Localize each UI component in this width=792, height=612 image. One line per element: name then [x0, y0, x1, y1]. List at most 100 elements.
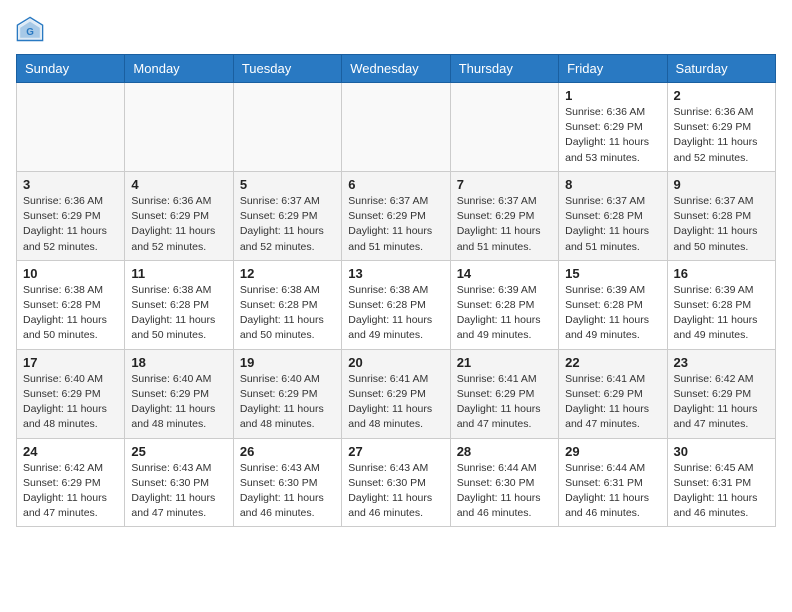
day-number: 15 — [565, 266, 660, 281]
calendar-cell: 24 Sunrise: 6:42 AMSunset: 6:29 PMDayligh… — [17, 438, 125, 527]
day-number: 30 — [674, 444, 769, 459]
weekday-header-thursday: Thursday — [450, 55, 558, 83]
day-detail: Sunrise: 6:45 AMSunset: 6:31 PMDaylight:… — [674, 461, 769, 522]
calendar-table: SundayMondayTuesdayWednesdayThursdayFrid… — [16, 54, 776, 527]
day-detail: Sunrise: 6:43 AMSunset: 6:30 PMDaylight:… — [131, 461, 226, 522]
day-number: 10 — [23, 266, 118, 281]
day-number: 24 — [23, 444, 118, 459]
day-detail: Sunrise: 6:37 AMSunset: 6:28 PMDaylight:… — [674, 194, 769, 255]
calendar-cell: 18 Sunrise: 6:40 AMSunset: 6:29 PMDayligh… — [125, 349, 233, 438]
day-number: 29 — [565, 444, 660, 459]
weekday-header-wednesday: Wednesday — [342, 55, 450, 83]
day-number: 3 — [23, 177, 118, 192]
calendar-cell: 1 Sunrise: 6:36 AMSunset: 6:29 PMDaylight… — [559, 83, 667, 172]
calendar-cell: 4Sunrise: 6:36 AMSunset: 6:29 PMDaylight… — [125, 171, 233, 260]
day-detail: Sunrise: 6:36 AMSunset: 6:29 PMDaylight:… — [565, 105, 660, 166]
day-detail: Sunrise: 6:43 AMSunset: 6:30 PMDaylight:… — [240, 461, 335, 522]
calendar-cell: 19Sunrise: 6:40 AMSunset: 6:29 PMDayligh… — [233, 349, 341, 438]
day-detail: Sunrise: 6:39 AMSunset: 6:28 PMDaylight:… — [565, 283, 660, 344]
day-detail: Sunrise: 6:44 AMSunset: 6:31 PMDaylight:… — [565, 461, 660, 522]
day-detail: Sunrise: 6:37 AMSunset: 6:29 PMDaylight:… — [348, 194, 443, 255]
calendar-week-5: 24 Sunrise: 6:42 AMSunset: 6:29 PMDayligh… — [17, 438, 776, 527]
calendar-cell: 17 Sunrise: 6:40 AMSunset: 6:29 PMDayligh… — [17, 349, 125, 438]
calendar-cell — [450, 83, 558, 172]
weekday-header-monday: Monday — [125, 55, 233, 83]
day-number: 23 — [674, 355, 769, 370]
day-number: 18 — [131, 355, 226, 370]
calendar-week-2: 3 Sunrise: 6:36 AMSunset: 6:29 PMDaylight… — [17, 171, 776, 260]
day-number: 11 — [131, 266, 226, 281]
calendar-cell: 5Sunrise: 6:37 AMSunset: 6:29 PMDaylight… — [233, 171, 341, 260]
calendar-cell: 9Sunrise: 6:37 AMSunset: 6:28 PMDaylight… — [667, 171, 775, 260]
day-detail: Sunrise: 6:37 AMSunset: 6:29 PMDaylight:… — [457, 194, 552, 255]
calendar-cell: 22 Sunrise: 6:41 AMSunset: 6:29 PMDayligh… — [559, 349, 667, 438]
calendar-cell: 28 Sunrise: 6:44 AMSunset: 6:30 PMDayligh… — [450, 438, 558, 527]
calendar-cell — [125, 83, 233, 172]
day-number: 20 — [348, 355, 443, 370]
calendar-week-1: 1 Sunrise: 6:36 AMSunset: 6:29 PMDaylight… — [17, 83, 776, 172]
calendar-cell: 15 Sunrise: 6:39 AMSunset: 6:28 PMDayligh… — [559, 260, 667, 349]
calendar-cell: 27Sunrise: 6:43 AMSunset: 6:30 PMDayligh… — [342, 438, 450, 527]
logo: G — [16, 16, 48, 44]
day-detail: Sunrise: 6:43 AMSunset: 6:30 PMDaylight:… — [348, 461, 443, 522]
calendar-cell: 11 Sunrise: 6:38 AMSunset: 6:28 PMDayligh… — [125, 260, 233, 349]
svg-text:G: G — [26, 27, 34, 38]
calendar-cell: 25 Sunrise: 6:43 AMSunset: 6:30 PMDayligh… — [125, 438, 233, 527]
day-number: 25 — [131, 444, 226, 459]
day-number: 7 — [457, 177, 552, 192]
calendar-cell — [342, 83, 450, 172]
day-detail: Sunrise: 6:37 AMSunset: 6:28 PMDaylight:… — [565, 194, 660, 255]
day-number: 2 — [674, 88, 769, 103]
calendar-cell — [17, 83, 125, 172]
day-detail: Sunrise: 6:38 AMSunset: 6:28 PMDaylight:… — [23, 283, 118, 344]
day-detail: Sunrise: 6:36 AMSunset: 6:29 PMDaylight:… — [131, 194, 226, 255]
day-number: 13 — [348, 266, 443, 281]
calendar-cell — [233, 83, 341, 172]
calendar-cell: 12Sunrise: 6:38 AMSunset: 6:28 PMDayligh… — [233, 260, 341, 349]
calendar-cell: 16 Sunrise: 6:39 AMSunset: 6:28 PMDayligh… — [667, 260, 775, 349]
day-detail: Sunrise: 6:44 AMSunset: 6:30 PMDaylight:… — [457, 461, 552, 522]
day-detail: Sunrise: 6:39 AMSunset: 6:28 PMDaylight:… — [674, 283, 769, 344]
calendar-cell: 2Sunrise: 6:36 AMSunset: 6:29 PMDaylight… — [667, 83, 775, 172]
page-header: G — [16, 16, 776, 44]
day-detail: Sunrise: 6:36 AMSunset: 6:29 PMDaylight:… — [23, 194, 118, 255]
calendar-cell: 26 Sunrise: 6:43 AMSunset: 6:30 PMDayligh… — [233, 438, 341, 527]
day-detail: Sunrise: 6:41 AMSunset: 6:29 PMDaylight:… — [348, 372, 443, 433]
day-detail: Sunrise: 6:42 AMSunset: 6:29 PMDaylight:… — [23, 461, 118, 522]
day-number: 8 — [565, 177, 660, 192]
day-detail: Sunrise: 6:38 AMSunset: 6:28 PMDaylight:… — [348, 283, 443, 344]
weekday-header-friday: Friday — [559, 55, 667, 83]
day-detail: Sunrise: 6:40 AMSunset: 6:29 PMDaylight:… — [131, 372, 226, 433]
day-detail: Sunrise: 6:38 AMSunset: 6:28 PMDaylight:… — [240, 283, 335, 344]
calendar-cell: 20 Sunrise: 6:41 AMSunset: 6:29 PMDayligh… — [342, 349, 450, 438]
day-number: 19 — [240, 355, 335, 370]
day-number: 16 — [674, 266, 769, 281]
day-number: 21 — [457, 355, 552, 370]
calendar-cell: 13 Sunrise: 6:38 AMSunset: 6:28 PMDayligh… — [342, 260, 450, 349]
day-detail: Sunrise: 6:38 AMSunset: 6:28 PMDaylight:… — [131, 283, 226, 344]
calendar-cell: 3 Sunrise: 6:36 AMSunset: 6:29 PMDaylight… — [17, 171, 125, 260]
calendar-cell: 8 Sunrise: 6:37 AMSunset: 6:28 PMDaylight… — [559, 171, 667, 260]
calendar-cell: 23 Sunrise: 6:42 AMSunset: 6:29 PMDayligh… — [667, 349, 775, 438]
day-number: 28 — [457, 444, 552, 459]
calendar-cell: 14 Sunrise: 6:39 AMSunset: 6:28 PMDayligh… — [450, 260, 558, 349]
day-number: 1 — [565, 88, 660, 103]
weekday-header-saturday: Saturday — [667, 55, 775, 83]
day-number: 26 — [240, 444, 335, 459]
day-detail: Sunrise: 6:42 AMSunset: 6:29 PMDaylight:… — [674, 372, 769, 433]
calendar-header: SundayMondayTuesdayWednesdayThursdayFrid… — [17, 55, 776, 83]
calendar-cell: 29 Sunrise: 6:44 AMSunset: 6:31 PMDayligh… — [559, 438, 667, 527]
calendar-week-3: 10 Sunrise: 6:38 AMSunset: 6:28 PMDayligh… — [17, 260, 776, 349]
day-detail: Sunrise: 6:41 AMSunset: 6:29 PMDaylight:… — [565, 372, 660, 433]
day-detail: Sunrise: 6:39 AMSunset: 6:28 PMDaylight:… — [457, 283, 552, 344]
day-number: 6 — [348, 177, 443, 192]
day-detail: Sunrise: 6:40 AMSunset: 6:29 PMDaylight:… — [23, 372, 118, 433]
day-number: 17 — [23, 355, 118, 370]
day-number: 14 — [457, 266, 552, 281]
calendar-cell: 21 Sunrise: 6:41 AMSunset: 6:29 PMDayligh… — [450, 349, 558, 438]
logo-icon: G — [16, 16, 44, 44]
weekday-header-tuesday: Tuesday — [233, 55, 341, 83]
day-detail: Sunrise: 6:37 AMSunset: 6:29 PMDaylight:… — [240, 194, 335, 255]
day-detail: Sunrise: 6:41 AMSunset: 6:29 PMDaylight:… — [457, 372, 552, 433]
day-number: 22 — [565, 355, 660, 370]
